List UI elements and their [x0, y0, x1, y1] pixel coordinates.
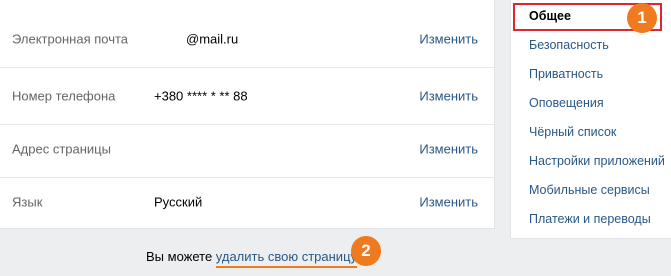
- email-value: @mail.ru: [186, 31, 239, 47]
- phone-value: +380 **** * ** 88: [154, 88, 248, 104]
- sidebar-item-security[interactable]: Безопасность: [529, 38, 609, 52]
- delete-page-prefix: Вы можете: [146, 249, 216, 264]
- page-address-row: Адрес страницы Изменить: [0, 121, 494, 178]
- page-address-label: Адрес страницы: [12, 141, 111, 157]
- step-marker-1: 1: [627, 3, 657, 33]
- language-row: Язык Русский Изменить: [0, 174, 494, 230]
- step-marker-2: 2: [351, 236, 381, 266]
- change-phone-link[interactable]: Изменить: [419, 89, 478, 104]
- sidebar-item-notifications[interactable]: Оповещения: [529, 96, 604, 110]
- sidebar-item-blacklist[interactable]: Чёрный список: [529, 125, 616, 139]
- change-email-link[interactable]: Изменить: [419, 32, 478, 47]
- email-label: Электронная почта: [12, 31, 129, 47]
- delete-page-footer: Вы можете удалить свою страницу. 2: [0, 229, 494, 276]
- delete-page-text: Вы можете удалить свою страницу.: [146, 249, 361, 264]
- change-language-link[interactable]: Изменить: [419, 195, 478, 210]
- delete-page-link[interactable]: удалить свою страницу: [216, 249, 357, 264]
- email-row: Электронная почта @mail.ru Изменить: [0, 11, 494, 68]
- sidebar-item-general[interactable]: Общее: [529, 9, 571, 23]
- change-page-address-link[interactable]: Изменить: [419, 142, 478, 157]
- sidebar-item-mobile-services[interactable]: Мобильные сервисы: [529, 183, 650, 197]
- sidebar-item-payments[interactable]: Платежи и переводы: [529, 212, 651, 226]
- phone-label: Номер телефона: [12, 88, 116, 104]
- sidebar-item-privacy[interactable]: Приватность: [529, 67, 603, 81]
- language-label: Язык: [12, 194, 43, 210]
- language-value: Русский: [154, 194, 203, 210]
- settings-sidebar: Общее Безопасность Приватность Оповещени…: [510, 0, 671, 239]
- settings-panel: Электронная почта @mail.ru Изменить Номе…: [0, 0, 495, 229]
- phone-row: Номер телефона +380 **** * ** 88 Изменит…: [0, 68, 494, 125]
- sidebar-item-app-settings[interactable]: Настройки приложений: [529, 154, 665, 168]
